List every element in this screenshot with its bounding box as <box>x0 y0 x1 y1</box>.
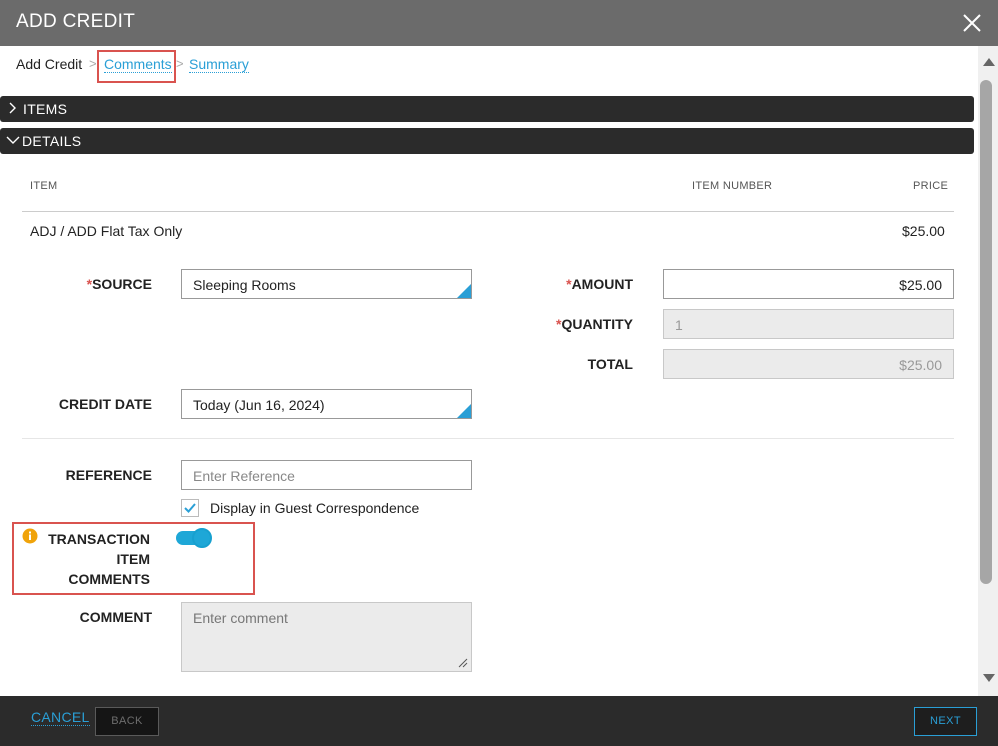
chevron-down-icon <box>6 136 20 144</box>
back-button: BACK <box>95 707 159 736</box>
credit-date-select[interactable]: Today (Jun 16, 2024) <box>181 389 472 419</box>
dialog-title-bar: ADD CREDIT <box>0 0 998 46</box>
column-header-price: PRICE <box>913 180 949 192</box>
items-section-label: ITEMS <box>23 101 68 117</box>
cancel-button[interactable]: CANCEL <box>31 709 90 726</box>
breadcrumb: Add Credit > Comments > Summary <box>0 46 978 86</box>
resize-handle-icon[interactable] <box>458 658 468 668</box>
total-label: TOTAL <box>587 356 633 372</box>
display-in-correspondence-label: Display in Guest Correspondence <box>210 500 420 516</box>
source-value: Sleeping Rooms <box>193 277 296 293</box>
source-label: *SOURCE <box>86 276 152 292</box>
quantity-input: 1 <box>663 309 954 339</box>
quantity-label: *QUANTITY <box>555 316 633 332</box>
display-in-correspondence-checkbox[interactable] <box>181 499 199 517</box>
scroll-up-arrow-icon[interactable] <box>983 58 995 66</box>
table-divider <box>22 211 954 212</box>
dialog-title: ADD CREDIT <box>16 11 136 32</box>
form-divider <box>22 438 954 439</box>
dialog-content: ITEMS DETAILS ITEM ITEM NUMBER PRICE ADJ… <box>0 86 978 696</box>
credit-date-value: Today (Jun 16, 2024) <box>193 397 325 413</box>
source-select[interactable]: Sleeping Rooms <box>181 269 472 299</box>
check-icon <box>184 503 196 513</box>
comment-textarea[interactable]: Enter comment <box>181 602 472 672</box>
item-price-cell: $25.00 <box>902 223 945 239</box>
comment-placeholder: Enter comment <box>193 610 288 626</box>
details-section-header[interactable]: DETAILS <box>0 128 974 154</box>
next-button[interactable]: NEXT <box>914 707 977 736</box>
total-input: $25.00 <box>663 349 954 379</box>
transaction-item-comments-toggle[interactable] <box>176 528 212 548</box>
reference-label: REFERENCE <box>65 467 152 483</box>
dropdown-corner-icon <box>457 284 471 298</box>
vertical-scrollbar[interactable] <box>978 46 998 696</box>
breadcrumb-separator: > <box>176 56 184 71</box>
toggle-knob <box>192 528 212 548</box>
dialog-footer: CANCEL BACK NEXT <box>0 696 998 746</box>
amount-value: $25.00 <box>899 277 942 293</box>
quantity-value: 1 <box>675 317 683 333</box>
items-section-header[interactable]: ITEMS <box>0 96 974 122</box>
amount-input[interactable]: $25.00 <box>663 269 954 299</box>
details-section-label: DETAILS <box>22 133 82 149</box>
item-name-cell: ADJ / ADD Flat Tax Only <box>30 223 183 239</box>
close-icon[interactable] <box>962 13 982 33</box>
reference-input[interactable]: Enter Reference <box>181 460 472 490</box>
breadcrumb-comments[interactable]: Comments <box>104 56 172 73</box>
breadcrumb-summary[interactable]: Summary <box>189 56 249 73</box>
comment-label: COMMENT <box>79 609 152 625</box>
chevron-right-icon <box>9 102 16 114</box>
column-header-item-number: ITEM NUMBER <box>692 180 773 192</box>
reference-placeholder: Enter Reference <box>193 468 295 484</box>
breadcrumb-add-credit[interactable]: Add Credit <box>16 56 82 72</box>
scrollbar-thumb[interactable] <box>980 80 992 584</box>
transaction-item-comments-label: TRANSACTION ITEM COMMENTS <box>48 531 150 587</box>
amount-label: *AMOUNT <box>566 276 633 292</box>
column-header-item: ITEM <box>30 180 58 192</box>
dropdown-corner-icon <box>457 404 471 418</box>
credit-date-label: CREDIT DATE <box>58 396 152 412</box>
breadcrumb-separator: > <box>89 56 97 71</box>
scroll-down-arrow-icon[interactable] <box>983 674 995 682</box>
total-value: $25.00 <box>899 357 942 373</box>
